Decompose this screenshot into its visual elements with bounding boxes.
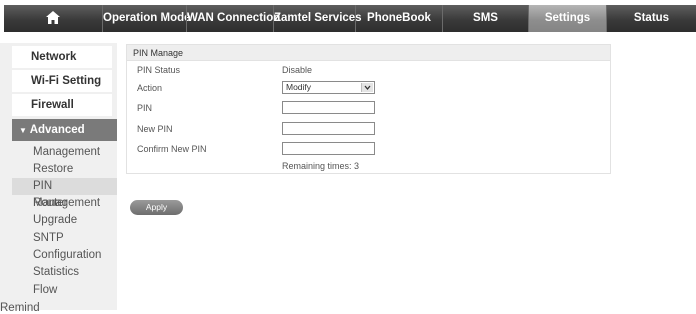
action-select-value: Modify — [286, 82, 312, 92]
remaining-times: Remaining times: 3 — [282, 161, 360, 171]
sidebar-remind[interactable]: Remind — [0, 302, 40, 314]
sidebar-item-network-select[interactable]: Network Select — [12, 46, 112, 85]
sidebar-sub-management[interactable]: Management — [33, 144, 100, 161]
action-label: Action — [137, 83, 163, 93]
nav-wan-connection[interactable]: WAN Connection — [186, 5, 280, 32]
sidebar-sub-restore[interactable]: Restore — [33, 161, 73, 178]
sidebar-sub-upgrade[interactable]: Upgrade — [33, 212, 77, 229]
sidebar-item-advanced[interactable]: ▼ Advanced — [12, 119, 117, 141]
confirm-pin-input[interactable] — [282, 142, 375, 155]
sidebar-item-label: Advanced — [29, 124, 85, 136]
home-icon — [46, 11, 60, 24]
confirm-pin-label: Confirm New PIN — [137, 144, 207, 154]
sidebar-sub-pin-management[interactable]: PIN Management — [12, 178, 117, 209]
new-pin-label: New PIN — [137, 124, 173, 134]
triangle-down-icon: ▼ — [19, 126, 27, 135]
sidebar-item-firewall[interactable]: Firewall — [12, 94, 112, 116]
pin-label: PIN — [137, 103, 153, 113]
pin-status-label: PIN Status — [137, 65, 181, 75]
action-select[interactable]: Modify — [282, 81, 375, 94]
new-pin-input[interactable] — [282, 122, 375, 135]
panel-title: PIN Manage — [127, 45, 610, 61]
sidebar-sub-statistics[interactable]: Statistics — [33, 264, 79, 281]
pin-input[interactable] — [282, 101, 375, 114]
nav-phonebook[interactable]: PhoneBook — [355, 5, 442, 32]
sidebar-item-wifi-setting[interactable]: Wi-Fi Setting — [12, 70, 112, 92]
sidebar-sub-flow[interactable]: Flow — [33, 282, 57, 299]
sidebar: Network Select Wi-Fi Setting Firewall ▼ … — [0, 43, 117, 314]
nav-settings[interactable]: Settings — [528, 5, 606, 32]
nav-sms[interactable]: SMS — [442, 5, 528, 32]
nav-status[interactable]: Status — [606, 5, 696, 32]
nav-home[interactable] — [4, 5, 102, 32]
pin-status-value: Disable — [282, 65, 313, 75]
top-nav: Operation Mode WAN Connection Zamtel Ser… — [0, 0, 696, 36]
apply-button[interactable]: Apply — [130, 200, 183, 215]
sidebar-sub-configuration[interactable]: Configuration — [33, 247, 101, 264]
pin-manage-panel: PIN Manage PIN Status Disable Action Mod… — [126, 44, 611, 174]
nav-zamtel-services[interactable]: Zamtel Services — [273, 5, 362, 32]
chevron-down-icon — [361, 83, 373, 92]
nav-operation-mode[interactable]: Operation Mode — [102, 5, 191, 32]
sidebar-sub-sntp[interactable]: SNTP — [33, 230, 64, 247]
sidebar-sub-router[interactable]: Router — [33, 195, 68, 212]
